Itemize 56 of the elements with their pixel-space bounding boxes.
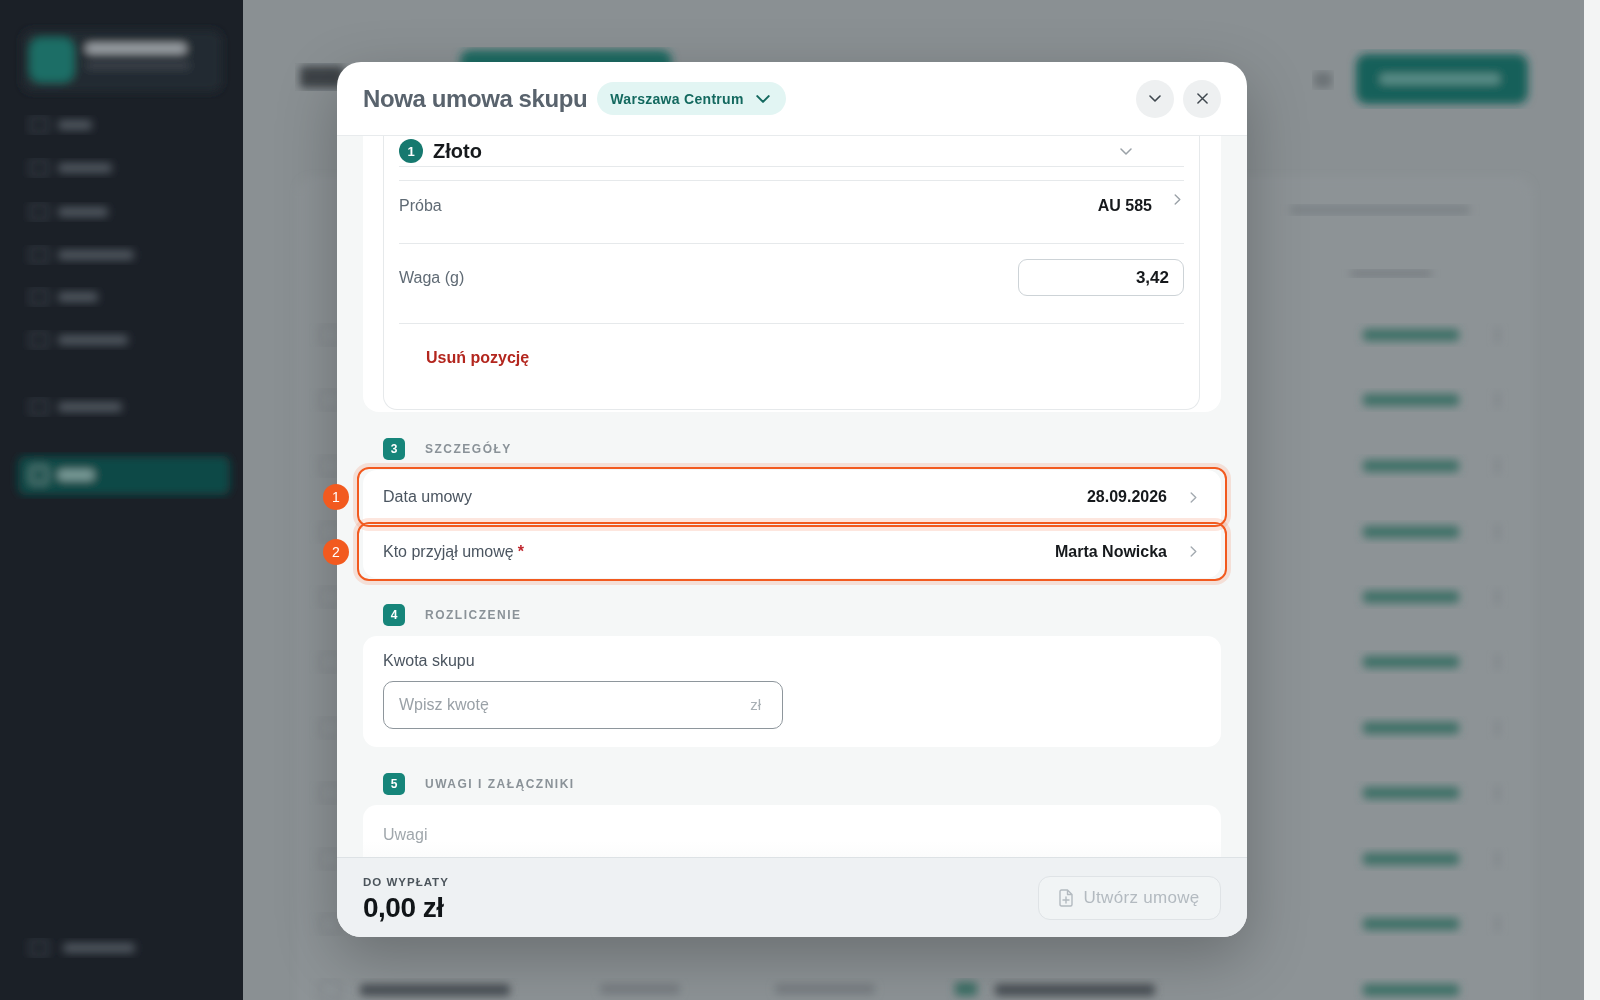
table-row[interactable] (319, 586, 1499, 608)
nav-item[interactable] (30, 398, 122, 416)
field-value[interactable]: 28.09.2026 (1086, 488, 1167, 506)
total-label: DO WYPŁATY (363, 875, 449, 889)
nav-item[interactable] (30, 203, 108, 221)
weight-input[interactable]: 3,42 (1018, 259, 1184, 296)
nav-item[interactable] (30, 116, 92, 134)
field-label: Próba (399, 197, 442, 215)
chevron-right-icon[interactable] (1174, 193, 1181, 205)
section-title: UWAGI I ZAŁĄCZNIKI (425, 777, 575, 791)
currency-unit: zł (750, 696, 761, 714)
active-nav-item[interactable] (18, 456, 230, 495)
nav-item[interactable] (30, 288, 98, 306)
chevron-right-icon[interactable] (1190, 491, 1197, 503)
remove-item-link[interactable]: Usuń pozycję (426, 349, 530, 367)
chevron-right-icon[interactable] (1190, 546, 1197, 557)
table-row[interactable] (319, 521, 1499, 543)
chevron-down-icon[interactable] (1120, 147, 1132, 155)
table-row[interactable] (319, 651, 1499, 673)
field-value[interactable]: AU 585 (1097, 197, 1152, 215)
chevron-down-icon (755, 94, 770, 103)
new-contract-button[interactable] (1356, 54, 1528, 104)
item-name: Złoto (433, 139, 482, 163)
section-title: SZCZEGÓŁY (425, 442, 512, 456)
table-row[interactable] (319, 389, 1499, 411)
item-number: 1 (399, 139, 423, 163)
table-row[interactable] (319, 979, 1459, 1000)
table-row[interactable] (319, 324, 1499, 346)
page-heading (300, 66, 344, 88)
nav-item[interactable] (30, 246, 134, 264)
branch-selector[interactable]: Warszawa Centrum (597, 82, 786, 115)
step-number: 4 (383, 604, 405, 626)
section-title: ROZLICZENIE (425, 608, 522, 622)
logout-item[interactable] (30, 939, 135, 957)
table-row[interactable] (319, 455, 1499, 477)
chevron-down-icon (1149, 95, 1161, 102)
close-icon (1196, 93, 1208, 104)
table-row[interactable] (319, 848, 1499, 870)
total-amount: 0,00 zł (363, 892, 445, 924)
profile-card[interactable] (22, 30, 222, 92)
nav-item[interactable] (30, 159, 112, 177)
field-label: Data umowy (383, 488, 472, 506)
callout-number: 1 (323, 484, 349, 510)
field-value[interactable]: Marta Nowicka (1054, 542, 1167, 561)
close-button[interactable] (1183, 79, 1221, 118)
table-row[interactable] (319, 717, 1499, 739)
collapse-button[interactable] (1136, 79, 1174, 118)
field-label: Kwota skupu (383, 651, 475, 671)
step-number: 3 (383, 438, 405, 460)
field-label: Kto przyjął umowę * (383, 542, 524, 561)
field-label: Waga (g) (399, 268, 465, 287)
nav-item[interactable] (30, 331, 128, 349)
step-number: 5 (383, 773, 405, 795)
field-label: Uwagi (383, 826, 428, 843)
modal-title: Nowa umowa skupu (363, 84, 588, 113)
file-plus-icon (1059, 888, 1074, 907)
